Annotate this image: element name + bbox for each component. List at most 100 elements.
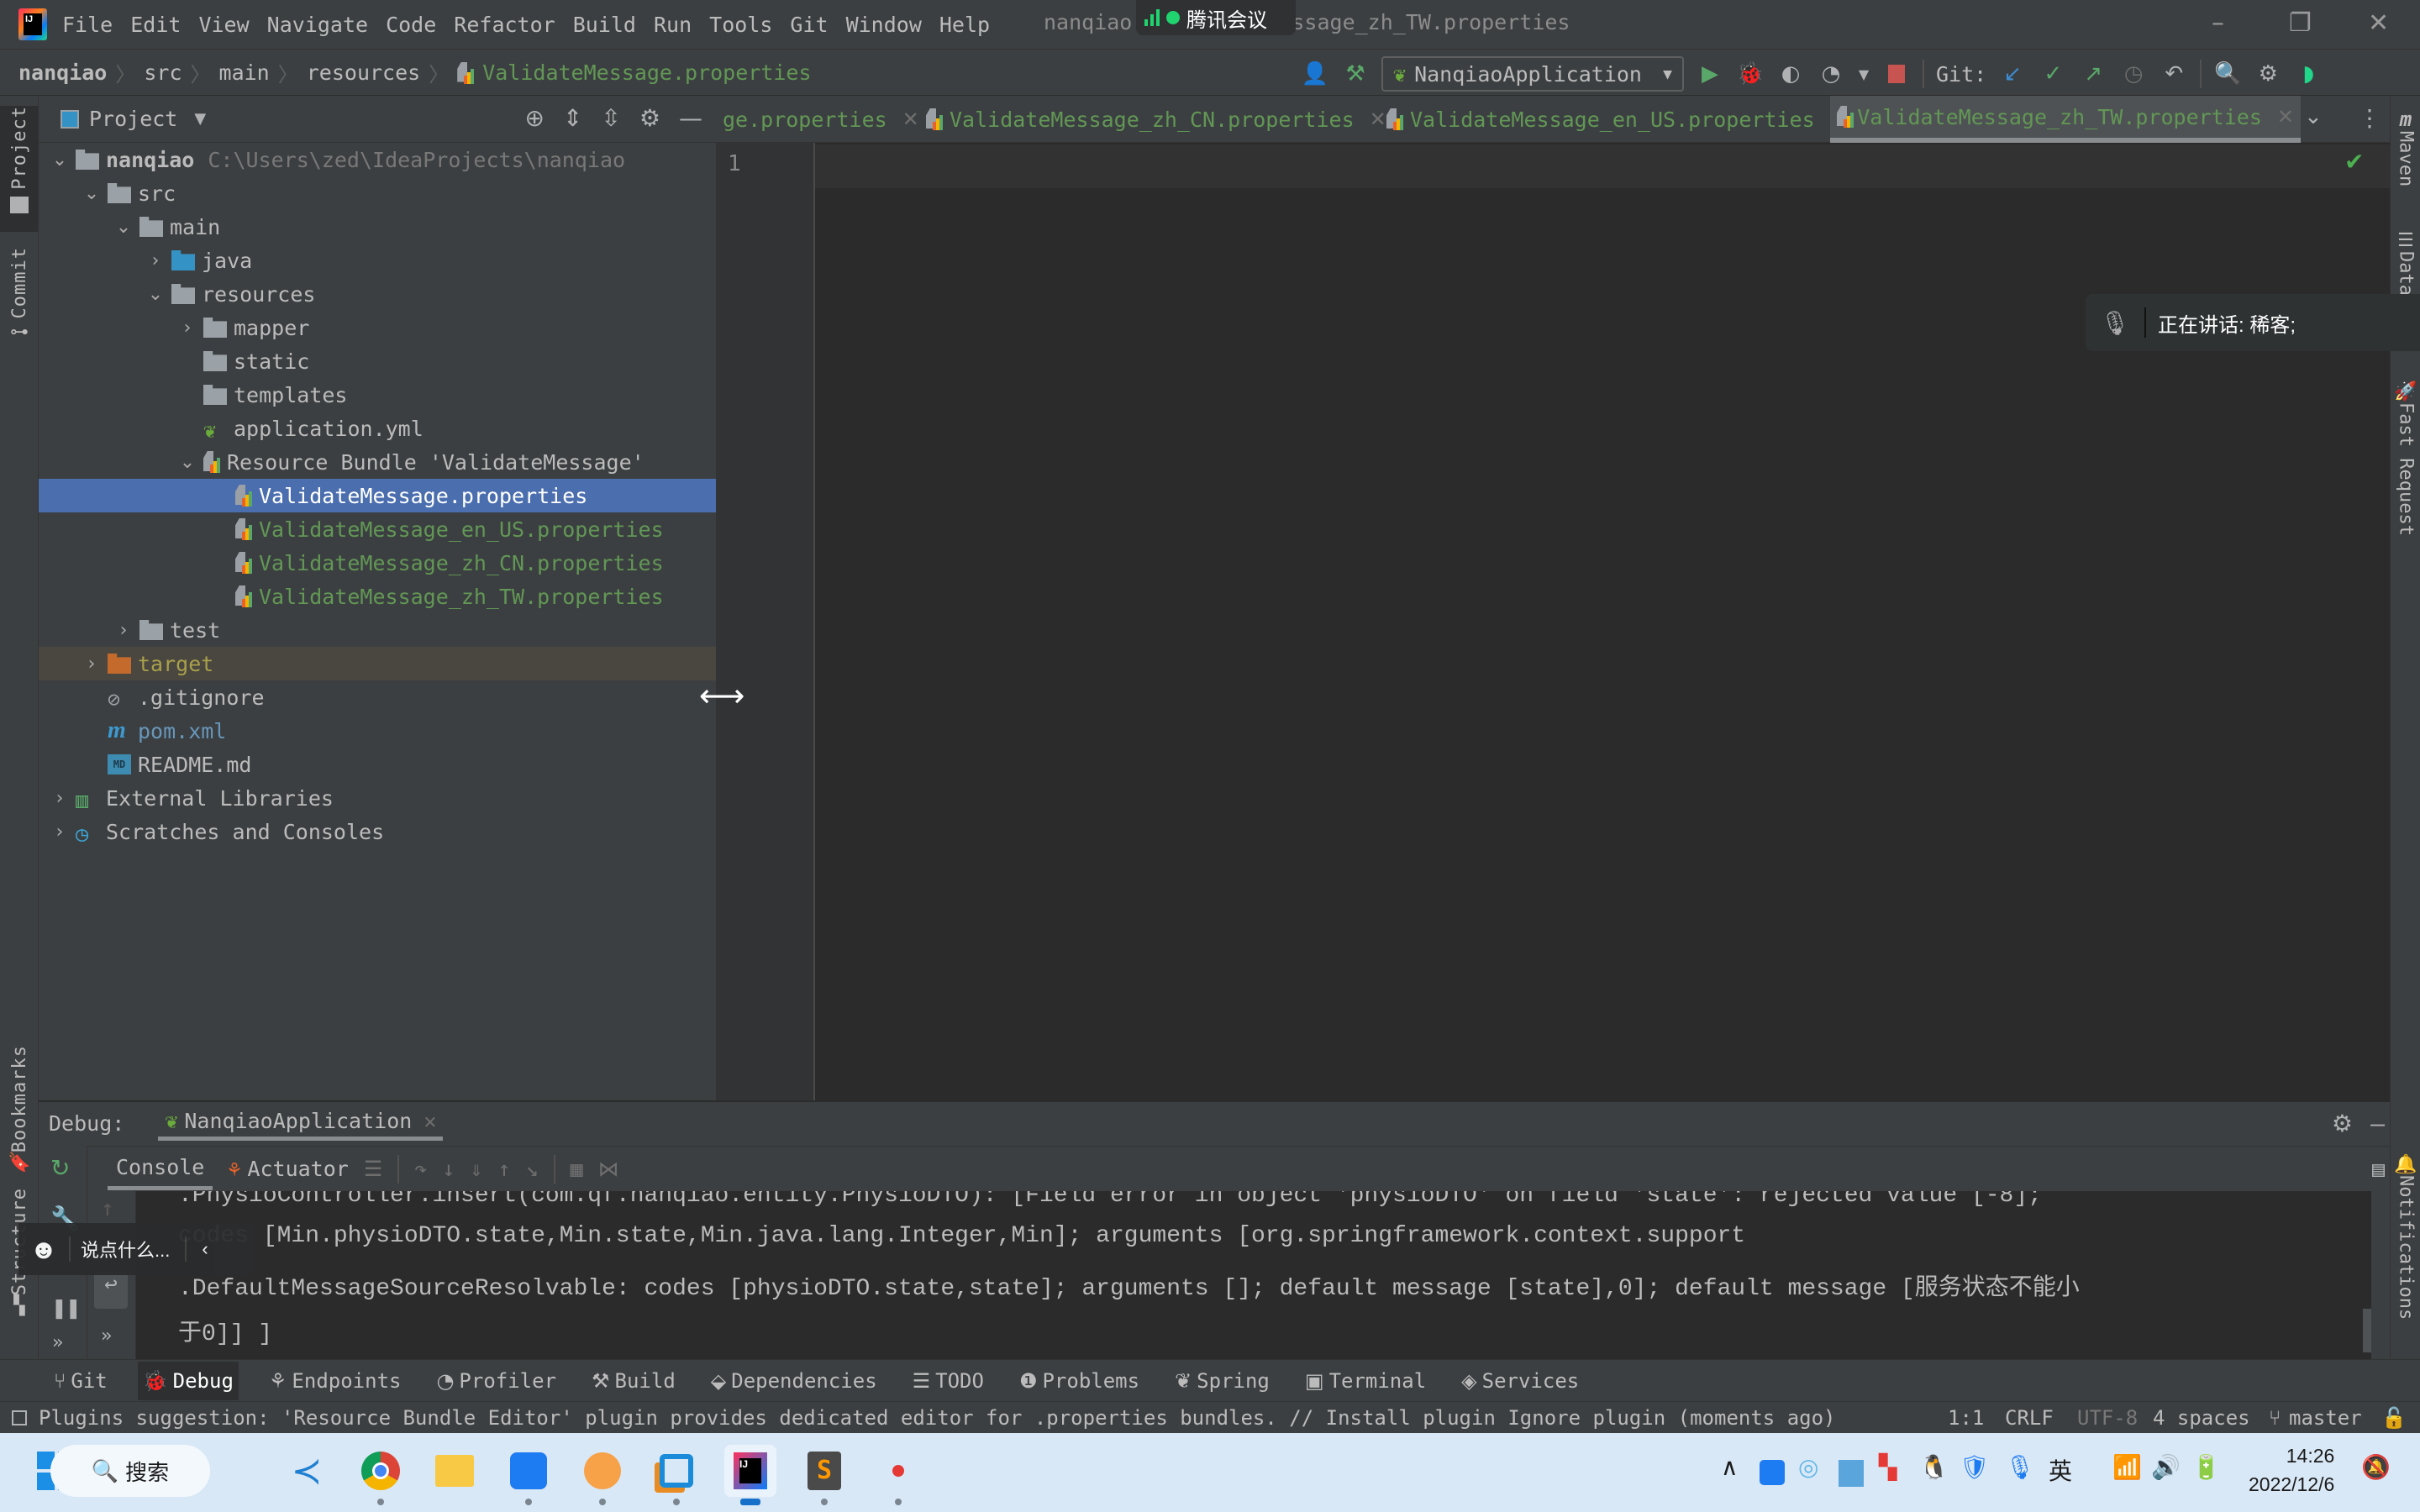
chevron-right-icon[interactable]: › [82,654,101,675]
emoji-icon[interactable]: ☻ [18,1234,69,1265]
tool-window-notifications[interactable]: 🔔 Notifications [2391,1154,2420,1339]
menu-file[interactable]: File [62,13,113,37]
input-method-indicator[interactable]: 英 [2049,1453,2072,1487]
chevron-left-icon[interactable]: ‹ [202,1238,208,1260]
meeting-chat-bar[interactable]: ☻ 说点什么... ‹ [18,1223,255,1275]
chevron-right-icon[interactable]: › [50,788,69,809]
run-configuration-selector[interactable]: ❦ NanqiaoApplication ▼ [1381,56,1684,92]
app-tray-icon[interactable]: ▚ [1879,1453,1897,1481]
gear-icon[interactable]: ⚙ [639,104,660,132]
close-tab-icon[interactable]: ✕ [2277,105,2294,129]
recorder-app[interactable] [872,1445,924,1505]
menu-refactor[interactable]: Refactor [454,13,555,37]
chrome-app[interactable] [355,1445,407,1505]
menu-edit[interactable]: Edit [130,13,181,37]
trace-icon[interactable]: ⋈ [598,1157,619,1181]
debug-icon[interactable]: 🐞 [1736,60,1765,88]
caret-position[interactable]: 1:1 [1948,1406,1984,1430]
tencent-meeting-app[interactable] [502,1445,555,1505]
tab-actuator[interactable]: ⚘ Actuator [228,1157,348,1181]
microphone-icon[interactable]: 🎙 [2005,1453,2035,1481]
tool-window-database[interactable]: ☰ Database [2391,230,2420,297]
tool-window-fast-request[interactable]: 🚀 Fast Request [2391,381,2420,549]
minimize-button[interactable]: – [2212,8,2224,38]
menu-window[interactable]: Window [846,13,922,37]
line-separator[interactable]: CRLF [2005,1406,2054,1430]
menu-view[interactable]: View [198,13,249,37]
breadcrumb-item[interactable]: resources [307,60,420,85]
chevron-down-icon[interactable]: ⌄ [82,183,101,204]
expand-all-icon[interactable]: ⇕ [563,104,582,132]
fish-tray-icon[interactable]: ◎ [1798,1453,1818,1481]
tree-item[interactable]: ValidateMessage_zh_TW.properties [39,580,716,613]
restore-button[interactable]: ❐ [2289,8,2312,38]
intellij-app[interactable]: IJ [724,1445,776,1505]
close-tab-icon[interactable]: ✕ [424,1109,436,1133]
rollback-icon[interactable]: ↶ [2160,60,2188,88]
editor-tab-active[interactable]: ValidateMessage_zh_TW.properties ✕ [1830,96,2301,143]
qq-tray-icon[interactable]: 🐧 [1919,1453,1949,1481]
notification-bell-icon[interactable]: 🔕 [2361,1453,2391,1481]
breadcrumb-item[interactable]: main [219,60,270,85]
git-push-icon[interactable]: ↗ [2079,60,2107,88]
chevron-right-icon[interactable]: › [50,822,69,843]
editor-tab[interactable]: ValidateMessage_zh_CN.properties ✕ [919,96,1393,143]
run-to-cursor-icon[interactable]: ↘ [526,1157,539,1181]
chevron-down-icon[interactable]: ⌄ [114,217,133,238]
meeting-overlay[interactable]: 腾讯会议 [1136,0,1296,35]
coverage-icon[interactable]: ◐ [1776,60,1805,88]
tree-item[interactable]: MD README.md [39,748,716,781]
menu-help[interactable]: Help [939,13,990,37]
tree-item[interactable]: ⌄ src [39,176,716,210]
battery-icon[interactable]: 🔋 [2191,1453,2221,1481]
chevron-down-icon[interactable]: ⌄ [178,452,197,473]
tool-window-project[interactable]: Project [0,106,39,232]
tree-item[interactable]: › ◷ Scratches and Consoles [39,815,716,848]
editor-tab[interactable]: ValidateMessage_en_US.properties ✕ [1380,96,1854,143]
chevron-right-icon[interactable]: › [114,620,133,641]
tree-item[interactable]: › java [39,244,716,277]
close-button[interactable]: ✕ [2368,8,2389,38]
wifi-icon[interactable]: 📶 [2112,1453,2142,1481]
close-tab-icon[interactable]: ✕ [902,108,919,131]
more-options-icon[interactable]: ⋮ [2358,104,2381,132]
tree-item[interactable]: ⌄ Resource Bundle 'ValidateMessage' [39,445,716,479]
code-with-me-icon[interactable]: ◗ [2294,60,2323,88]
image-tray-icon[interactable] [1839,1460,1864,1487]
layout-icon[interactable]: ▤ [2372,1157,2385,1181]
tree-item[interactable]: templates [39,378,716,412]
file-explorer-app[interactable] [429,1445,481,1497]
tool-window-maven[interactable]: m Maven [2391,108,2420,208]
git-history-icon[interactable]: ◷ [2119,60,2148,88]
chevron-down-icon[interactable]: ⌄ [50,150,69,171]
chevron-down-icon[interactable]: ⌄ [2304,104,2323,129]
force-step-into-icon[interactable]: ⇓ [470,1157,482,1181]
more-actions-icon[interactable]: » [52,1332,63,1353]
menu-tools[interactable]: Tools [709,13,772,37]
tool-tab-spring[interactable]: ❦ Spring [1170,1362,1275,1400]
tree-item[interactable]: ❦ application.yml [39,412,716,445]
menu-git[interactable]: Git [790,13,828,37]
tree-item[interactable]: ValidateMessage.properties [39,479,716,512]
evaluate-expression-icon[interactable]: ▦ [571,1157,583,1181]
menu-code[interactable]: Code [386,13,436,37]
step-over-icon[interactable]: ↷ [414,1157,427,1181]
chevron-down-icon[interactable]: ▼ [1857,60,1870,88]
tree-item[interactable]: ⊘ .gitignore [39,680,716,714]
up-arrow-icon[interactable]: ↑ [101,1196,114,1221]
taskbar-search[interactable]: 🔍 搜索 [50,1445,210,1497]
tree-item[interactable]: ValidateMessage_en_US.properties [39,512,716,546]
security-shield-icon[interactable]: 🛡 [1960,1453,1990,1481]
tool-tab-dependencies[interactable]: ⬙ Dependencies [706,1362,882,1400]
tree-item[interactable]: › mapper [39,311,716,344]
virtualbox-app[interactable] [650,1445,702,1505]
tree-item[interactable]: › test [39,613,716,647]
status-message[interactable]: Plugins suggestion: 'Resource Bundle Edi… [39,1406,1835,1430]
tree-item[interactable]: m pom.xml [39,714,716,748]
stop-icon[interactable] [1882,60,1911,88]
tree-item[interactable]: static [39,344,716,378]
system-clock[interactable]: 14:26 2022/12/6 [2249,1441,2334,1499]
console-scrollbar[interactable] [2363,1309,2371,1352]
tree-item[interactable]: ⌄ main [39,210,716,244]
tool-tab-todo[interactable]: ☰ TODO [908,1362,989,1400]
